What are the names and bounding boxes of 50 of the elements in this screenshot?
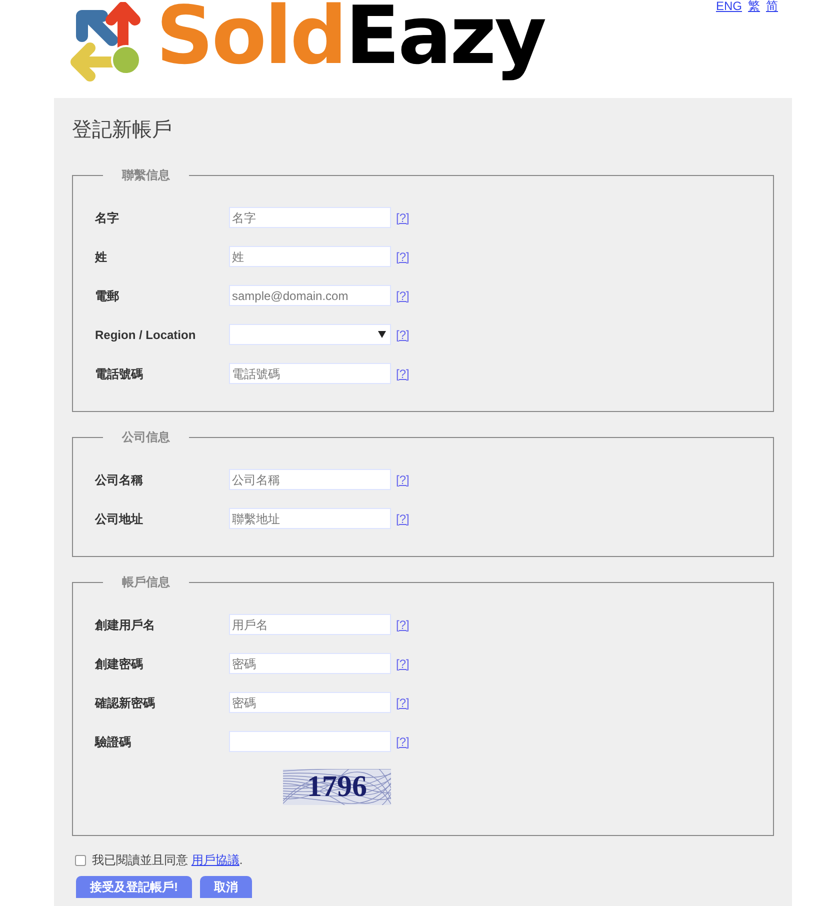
logo-text: Eazy [345,0,545,84]
field-label: 創建用戶名 [95,616,156,634]
section-legend: 帳戶信息 [103,573,189,591]
help-link[interactable]: [?] [396,208,410,226]
agreement-text: 我已閱讀並且同意 [92,853,188,867]
help-link[interactable]: [?] [396,654,410,672]
input-field[interactable]: 電話號碼 [229,363,391,384]
input-field[interactable]: 密碼 [229,653,391,674]
field-label: 電話號碼 [95,366,144,382]
agree-checkbox[interactable] [75,854,86,866]
logo-text: Sold [156,0,346,84]
help-link[interactable]: [?] [396,470,410,488]
field-label: 確認新密碼 [95,694,156,712]
section-legend: 公司信息 [103,428,189,446]
help-link[interactable]: [?] [396,326,410,344]
input-field[interactable]: 密碼 [229,692,391,713]
field-label: 名字 [95,210,120,226]
input-field[interactable] [229,731,391,752]
captcha-code: 1796 [307,772,367,802]
language-link[interactable]: ENG [716,0,742,15]
input-field[interactable]: 用戶名 [229,614,391,635]
language-link[interactable]: 繁 [748,0,760,15]
help-link[interactable]: [?] [396,616,410,634]
input-field[interactable]: 聯繫地址 [229,508,391,529]
input-field[interactable]: 公司名稱 [229,469,391,490]
input-field[interactable]: 姓 [229,246,391,267]
region-select[interactable] [229,324,391,345]
field-label: 創建密碼 [95,656,144,672]
agreement-link[interactable]: 用戶協議 [191,853,240,867]
help-link[interactable]: [?] [396,248,410,266]
field-label: 驗證碼 [95,734,132,750]
period-text: . [239,853,243,867]
input-field[interactable]: sample@domain.com [229,285,391,306]
language-link[interactable]: 简 [766,0,778,15]
section-legend: 聯繫信息 [103,166,189,184]
field-label: 公司地址 [95,510,144,528]
help-link[interactable]: [?] [396,286,410,304]
help-link[interactable]: [?] [396,732,410,750]
input-field[interactable]: 名字 [229,207,391,228]
page-title: 登記新帳戶 [72,118,173,143]
cancel-button[interactable]: 取消 [200,876,252,898]
submit-button[interactable]: 接受及登記帳戶! [76,876,192,898]
field-label: 公司名稱 [95,472,144,488]
field-label: 電郵 [95,288,120,304]
field-label: 姓 [95,248,108,266]
field-label: Region / Location [95,326,197,344]
help-link[interactable]: [?] [396,694,410,712]
dropdown-caret-icon [378,331,386,338]
help-link[interactable]: [?] [396,510,410,528]
help-link[interactable]: [?] [396,364,410,382]
